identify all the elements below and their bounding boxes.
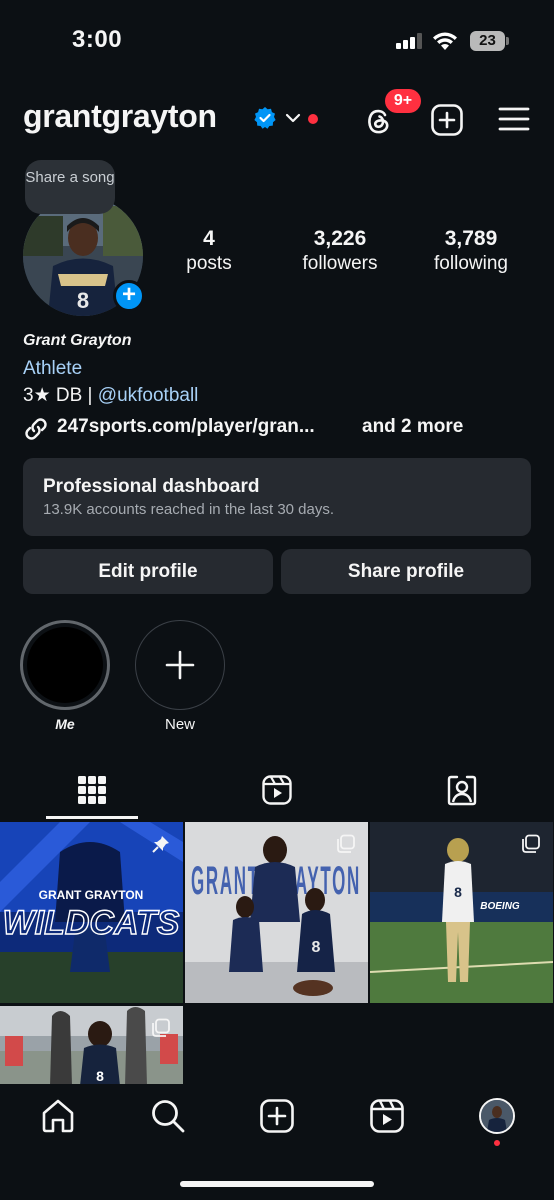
following-count-value: 3,789 [444,227,498,250]
bio-mention-link[interactable]: @ukfootball [98,385,199,406]
tab-tagged[interactable] [370,760,554,820]
profile-avatar-thumbnail [481,1100,513,1132]
profile-tabs [0,760,554,820]
reels-nav-icon[interactable] [369,1098,405,1134]
home-indicator[interactable] [180,1181,374,1187]
search-icon[interactable] [150,1098,186,1134]
profile-avatar[interactable]: 8 + [23,196,145,318]
highlight-me[interactable]: Me [20,620,110,732]
post-caption: GRANT GRAYTON [39,888,144,902]
notification-badge: 9+ [385,89,421,113]
tagged-icon [447,775,477,806]
share-profile-button[interactable]: Share profile [281,549,531,594]
link-icon [25,418,47,440]
bio-prefix: 3★ DB | [23,385,98,406]
post-tile[interactable]: GRANT GRAYTON WILDCATS [0,822,183,1003]
create-icon[interactable] [259,1098,295,1134]
create-post-icon[interactable] [430,103,464,137]
posts-count-label: posts [186,253,232,274]
full-name: Grant Grayton [23,332,132,349]
account-notification-dot [308,114,318,124]
post-tile[interactable]: BOEING 8 [370,822,553,1003]
verified-badge-icon [254,107,276,129]
battery-level: 23 [470,31,505,51]
following-count-label: following [434,253,508,274]
followers-count-label: followers [302,253,378,274]
tab-posts-grid[interactable] [0,760,184,820]
post-tile[interactable]: 8 [0,1006,183,1086]
posts-count-value: 4 [203,227,215,250]
active-tab-indicator [46,816,138,819]
post-title: WILDCATS [3,904,180,942]
add-story-button[interactable]: + [113,280,145,312]
profile-nav-avatar[interactable] [479,1098,515,1134]
battery-indicator: 23 [470,31,510,51]
highlight-label: New [164,716,195,733]
grid-icon [78,776,106,804]
more-links[interactable]: and 2 more [362,416,463,438]
carousel-icon [522,834,540,853]
share-song-bubble[interactable]: Share a song [25,160,115,214]
highlight-label: Me [55,716,75,732]
reels-icon [262,775,292,805]
status-time: 3:00 [72,26,123,53]
following-count[interactable]: 3,789 following [421,226,521,276]
svg-text:8: 8 [96,1068,104,1084]
pin-icon [152,836,169,853]
svg-text:8: 8 [77,288,89,313]
tab-reels[interactable] [185,760,369,820]
highlight-new[interactable]: New [135,620,225,733]
dashboard-subtitle: 13.9K accounts reached in the last 30 da… [43,501,335,518]
username-switcher[interactable]: grantgrayton [23,98,217,135]
edit-profile-button[interactable]: Edit profile [23,549,273,594]
wifi-icon [433,32,457,50]
bio-link-text[interactable]: 247sports.com/player/gran... [57,416,315,438]
profile-header: grantgrayton 9+ [0,89,554,144]
hamburger-menu-icon[interactable] [497,104,531,134]
highlight-ring [20,620,110,710]
profile-category: Athlete [23,358,83,379]
cellular-signal-icon [396,33,422,49]
posts-count: 4 posts [178,226,240,276]
professional-dashboard[interactable]: Professional dashboard 13.9K accounts re… [23,458,531,536]
profile-notification-dot [494,1140,500,1146]
followers-count-value: 3,226 [313,227,367,250]
svg-text:8: 8 [454,884,462,900]
highlight-cover [27,627,103,703]
carousel-icon [152,1018,170,1037]
dashboard-title: Professional dashboard [43,476,260,497]
home-icon[interactable] [40,1098,76,1134]
bio-text: 3★ DB | @ukfootball [23,384,198,407]
battery-tip [506,37,509,45]
followers-count[interactable]: 3,226 followers [290,226,390,276]
svg-text:8: 8 [312,939,321,956]
post-caption: BOEING [480,901,520,912]
carousel-icon [337,834,355,853]
post-tile[interactable]: GRANT GRAYTON 8 [185,822,368,1003]
status-bar: 3:00 23 [0,0,554,80]
plus-icon [165,650,195,680]
chevron-down-icon[interactable] [284,111,302,125]
new-highlight-circle [135,620,225,710]
